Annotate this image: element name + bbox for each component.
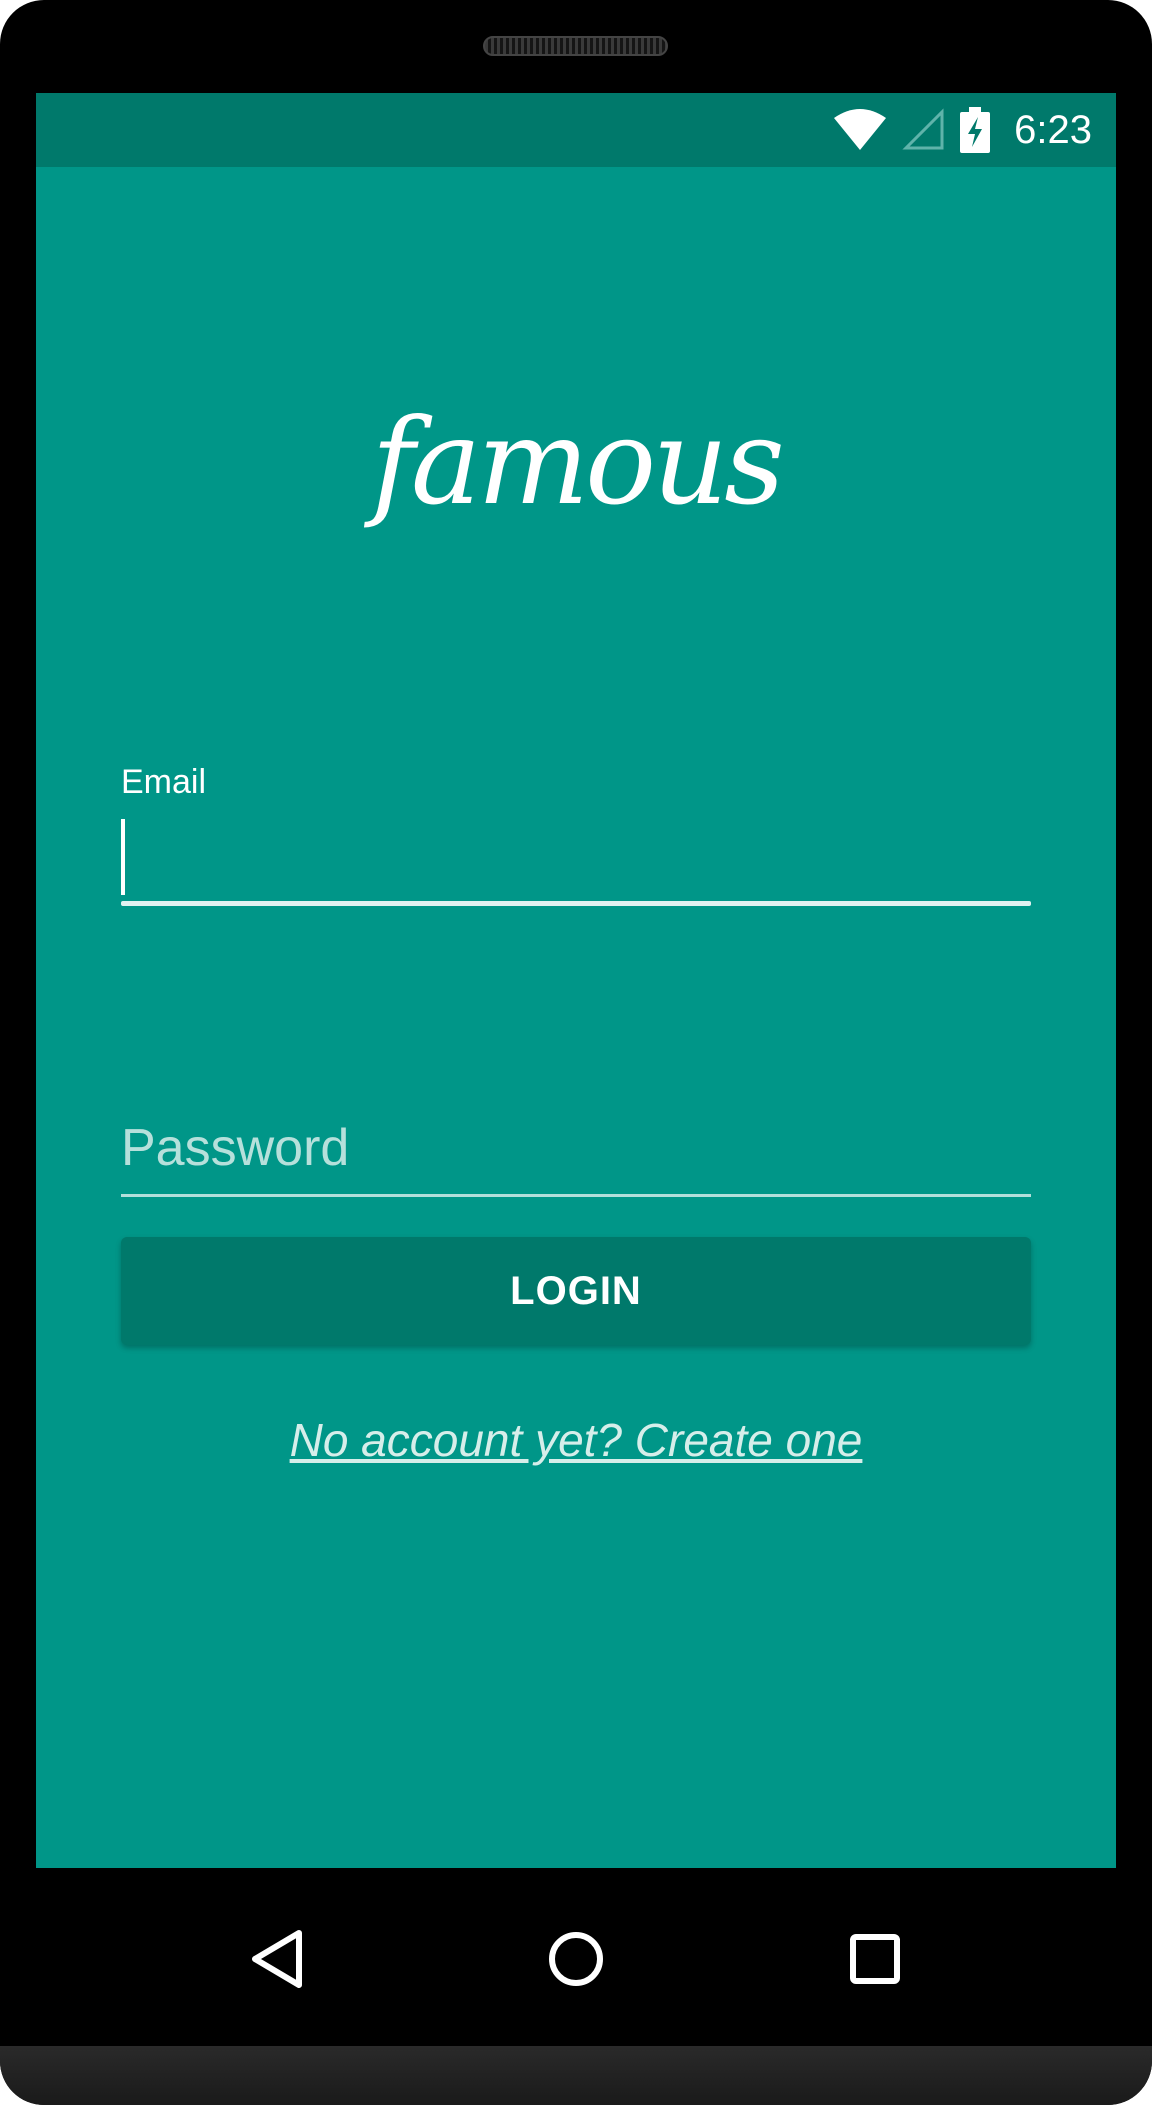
home-button[interactable] [521, 1904, 631, 2014]
back-button[interactable] [222, 1904, 332, 2014]
recents-square-icon [850, 1934, 900, 1984]
wifi-icon [834, 109, 887, 150]
text-cursor [121, 819, 125, 895]
email-underline [121, 901, 1031, 906]
email-label: Email [121, 763, 207, 801]
status-time: 6:23 [1014, 107, 1092, 152]
device-bottom-bezel [0, 2046, 1152, 2105]
password-field[interactable] [121, 1108, 1031, 1188]
create-account-link[interactable]: No account yet? Create one [36, 1413, 1116, 1467]
battery-charging-icon [960, 107, 991, 153]
device-frame: 6:23 famous Email LOGIN No account yet? … [0, 0, 1152, 2105]
password-field-group [121, 1108, 1031, 1197]
status-icons: 6:23 [832, 93, 1092, 167]
navigation-bar [36, 1868, 1116, 2046]
back-triangle-icon [252, 1930, 302, 1988]
app-logo: famous [371, 393, 785, 531]
status-bar: 6:23 [36, 93, 1116, 167]
email-field-group: Email [121, 763, 1031, 906]
login-button[interactable]: LOGIN [121, 1237, 1031, 1345]
cell-signal-empty-icon [902, 108, 944, 150]
earpiece-speaker [483, 36, 668, 56]
app-screen: 6:23 famous Email LOGIN No account yet? … [36, 93, 1116, 1868]
recents-button[interactable] [820, 1904, 930, 2014]
email-field[interactable] [121, 807, 1031, 901]
home-circle-icon [549, 1932, 603, 1986]
password-underline [121, 1194, 1031, 1197]
